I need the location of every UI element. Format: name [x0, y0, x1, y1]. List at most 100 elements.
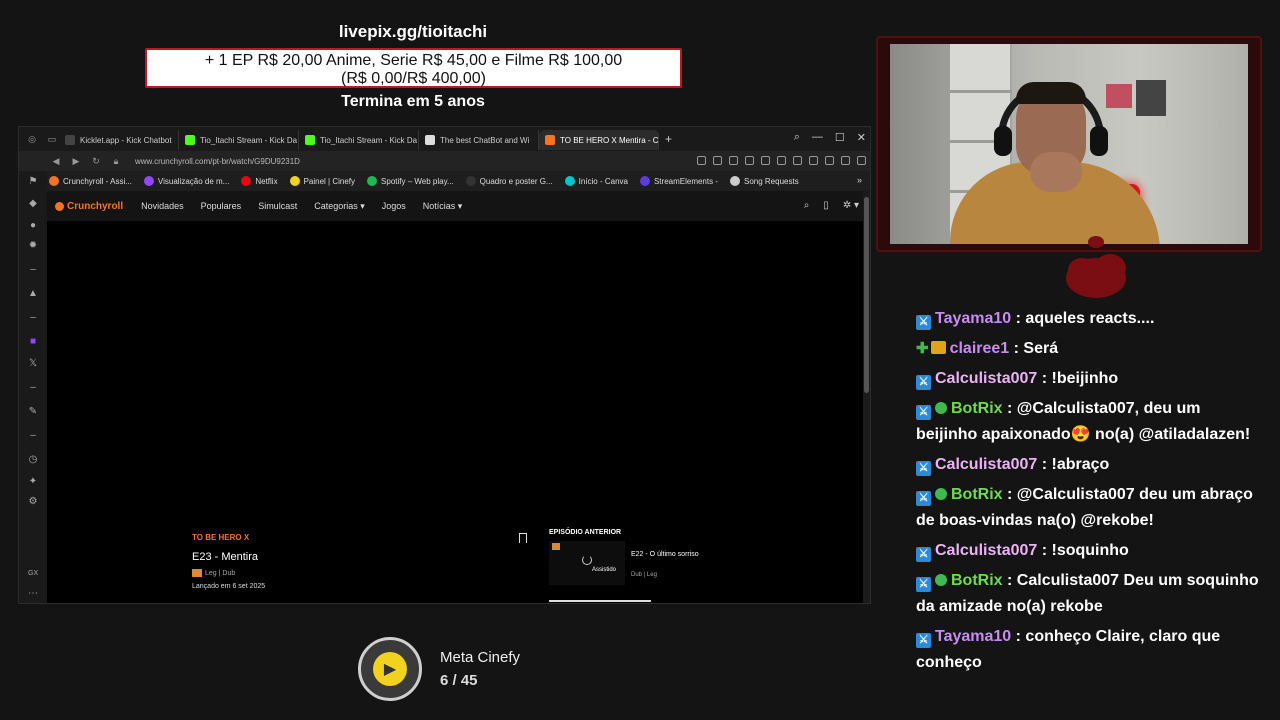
extension-icon[interactable]	[825, 156, 834, 165]
bookmark-item[interactable]: Início - Canva	[564, 176, 628, 186]
search-icon[interactable]: ⌕	[804, 200, 810, 211]
pin-icon[interactable]	[713, 156, 722, 165]
crunchyroll-nav-item[interactable]: Novidades	[141, 201, 184, 212]
crown-badge-icon	[930, 341, 946, 354]
crunchyroll-nav-item[interactable]: Simulcast	[258, 201, 297, 212]
browser-tab[interactable]: Tio_Itachi Stream - Kick Da	[179, 130, 299, 150]
episode-title: E23 - Mentira	[192, 551, 259, 563]
tab-favicon-icon	[185, 135, 195, 145]
scrollbar-thumb[interactable]	[864, 197, 869, 393]
sidebar-app-icon[interactable]: ▲	[28, 289, 38, 299]
tab-favicon-icon	[305, 135, 315, 145]
headset-earcup	[994, 126, 1012, 156]
goal-title: Meta Cinefy	[440, 649, 521, 666]
crunchyroll-nav-item[interactable]: Populares	[201, 201, 242, 212]
previous-episode-title[interactable]: E22 - O último sorriso	[631, 551, 699, 558]
bookmark-label: Spotify – Web play...	[381, 176, 454, 186]
chat-username[interactable]: BotRix	[951, 400, 1003, 417]
sidebar-tool-icon[interactable]: ✎	[28, 407, 38, 417]
chat-username[interactable]: Tayama10	[935, 310, 1011, 327]
bookmark-item[interactable]: Netflix	[241, 176, 278, 186]
wall-poster	[1136, 80, 1166, 116]
search-tabs-icon[interactable]: ⌕	[794, 131, 800, 144]
minimize-icon[interactable]: —	[812, 131, 823, 144]
crunchyroll-logo-text: Crunchyroll	[67, 200, 124, 212]
tab-label: Kicklet.app - Kick Chatbot	[80, 135, 172, 145]
video-player[interactable]	[47, 221, 865, 527]
favorite-icon[interactable]	[777, 156, 786, 165]
tab-label: Tio_Itachi Stream - Kick Da	[320, 135, 418, 145]
previous-episode-thumbnail[interactable]: Assistido	[549, 541, 625, 585]
url-field[interactable]: www.crunchyroll.com/pt-br/watch/G9DU9231…	[135, 157, 300, 166]
bookmark-icon[interactable]	[519, 533, 527, 543]
bookmark-item[interactable]: Painel | Cinefy	[289, 176, 355, 186]
moderator-badge-icon: ⚔	[916, 547, 931, 562]
profile-icon[interactable]: ✲ ▾	[843, 200, 859, 211]
browser-tab[interactable]: Tio_Itachi Stream - Kick Da	[299, 130, 419, 150]
chat-username[interactable]: Calculista007	[935, 542, 1037, 559]
zoom-icon[interactable]	[697, 156, 706, 165]
crunchyroll-logo[interactable]: Crunchyroll	[55, 201, 123, 212]
browser-menu-icon[interactable]: ◎	[25, 134, 39, 145]
sidebar-extension-icon[interactable]: ✦	[28, 477, 38, 487]
sidebar-settings-icon[interactable]: ✹	[28, 241, 38, 251]
release-date: Lançado em 6 set 2025	[192, 583, 266, 590]
sidebar-pin-icon[interactable]: ⚑	[28, 177, 38, 187]
crunchyroll-nav-item[interactable]: Notícias ▾	[423, 201, 463, 212]
sidebar-download-icon[interactable]: ◆	[28, 199, 38, 209]
crunchyroll-nav-item[interactable]: Categorias ▾	[314, 201, 365, 212]
sidebar-more-icon[interactable]: ⋯	[28, 589, 38, 599]
sidebar-divider: –	[30, 430, 36, 441]
bookmark-label: Song Requests	[744, 176, 799, 186]
bookmark-item[interactable]: Crunchyroll - Assi...	[49, 176, 132, 186]
sidebar-settings-icon[interactable]: ⚙	[28, 497, 38, 507]
sidebar-clock-icon[interactable]: ◷	[28, 455, 38, 465]
extension-icon[interactable]	[841, 156, 850, 165]
extension-icon[interactable]	[857, 156, 866, 165]
lock-icon: 🔒︎	[113, 155, 119, 166]
extension-icon[interactable]	[809, 156, 818, 165]
chat-username[interactable]: Tayama10	[935, 628, 1011, 645]
bookmark-item[interactable]: StreamElements -	[639, 176, 718, 186]
forward-icon[interactable]: ▶	[69, 156, 83, 167]
chat-message: ⚔ Calculista007 : !abraço	[916, 452, 1266, 478]
page-scrollbar[interactable]	[863, 191, 870, 603]
chat-username[interactable]: Calculista007	[935, 370, 1037, 387]
tab-overview-icon[interactable]: ▭	[45, 134, 59, 145]
reload-icon[interactable]: ↻	[89, 156, 103, 167]
chat-username[interactable]: BotRix	[951, 572, 1003, 589]
sidebar-gx-icon[interactable]: GX	[28, 569, 38, 579]
back-icon[interactable]: ◀	[49, 156, 63, 167]
chat-username[interactable]: clairee1	[950, 340, 1010, 357]
close-icon[interactable]: ✕	[857, 131, 866, 144]
chat-text: : aqueles reacts....	[1015, 310, 1155, 327]
browser-tab[interactable]: The best ChatBot and Wi	[419, 130, 539, 150]
crunchyroll-nav-item[interactable]: Jogos	[382, 201, 406, 212]
new-tab-icon[interactable]: +	[665, 132, 672, 146]
bookmark-item[interactable]: Visualização de m...	[143, 176, 229, 186]
bookmark-item[interactable]: Spotify – Web play...	[367, 176, 454, 186]
bookmark-label: Netflix	[255, 176, 278, 186]
browser-tab[interactable]: Kicklet.app - Kick Chatbot	[59, 130, 179, 150]
chat-username[interactable]: BotRix	[951, 486, 1003, 503]
extension-icon[interactable]	[793, 156, 802, 165]
maximize-icon[interactable]: ☐	[835, 131, 845, 144]
sidebar-history-icon[interactable]: ●	[28, 221, 38, 231]
bookmark-item[interactable]: Quadro e poster G...	[465, 176, 553, 186]
chat-username[interactable]: Calculista007	[935, 456, 1037, 473]
previous-episode-meta: Dub | Leg	[631, 572, 657, 578]
shield-icon[interactable]	[745, 156, 754, 165]
screenshot-icon[interactable]	[729, 156, 738, 165]
send-icon[interactable]	[761, 156, 770, 165]
chat-message: ⚔ BotRix : @Calculista007 deu um abraço d…	[916, 482, 1266, 534]
twitch-icon[interactable]: ■	[28, 337, 38, 347]
moderator-badge-icon: ⚔	[916, 577, 931, 592]
browser-tab[interactable]: TO BE HERO X Mentira - C	[539, 130, 659, 150]
show-name[interactable]: TO BE HERO X	[192, 533, 249, 542]
bookmark-label: Início - Canva	[578, 176, 628, 186]
x-icon[interactable]: 𝕏	[28, 359, 38, 369]
watchlist-icon[interactable]: ▯	[823, 200, 829, 211]
bookmark-item[interactable]: Song Requests	[730, 176, 799, 186]
bookmarks-more-icon[interactable]: »	[857, 175, 862, 185]
subscriber-badge-icon: ✚	[916, 340, 929, 357]
